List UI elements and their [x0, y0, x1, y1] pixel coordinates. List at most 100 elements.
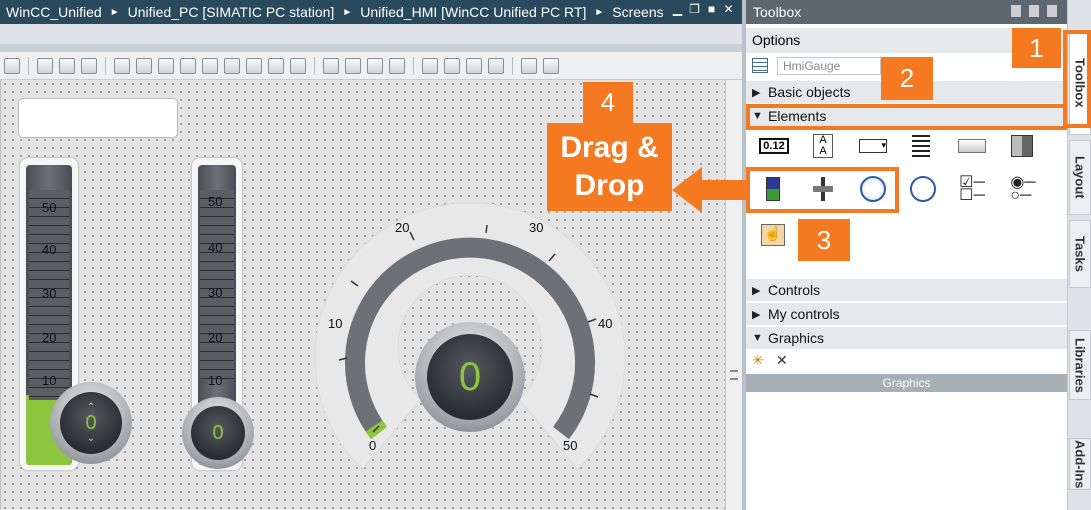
gauge-scale-label: 40	[598, 316, 613, 331]
tab-layout[interactable]: Layout	[1069, 140, 1091, 215]
annotation-drag-drop: Drag & Drop	[547, 123, 672, 211]
tab-tasks[interactable]: Tasks	[1069, 220, 1091, 288]
chevron-up-icon[interactable]: ⌃	[87, 402, 95, 412]
maximize-icon[interactable]: ■	[706, 3, 717, 15]
search-field[interactable]: HmiGauge	[777, 57, 881, 75]
slider-1-tick: 10	[42, 373, 57, 388]
rotate-icon[interactable]	[37, 57, 53, 74]
restore-icon[interactable]	[1011, 5, 1021, 17]
symbolic-io-field-icon[interactable]: ▾	[858, 133, 888, 159]
gauge-scale-label: 10	[328, 316, 343, 331]
minimize-icon[interactable]: ▁	[672, 3, 683, 15]
breadcrumb-hmi[interactable]: Unified_HMI [WinCC Unified PC RT]	[360, 4, 586, 20]
bring-front-icon[interactable]	[422, 57, 438, 74]
center-horizontal-icon[interactable]	[268, 57, 284, 74]
delete-folder-icon[interactable]: ✕	[776, 352, 788, 369]
editor-tab-divider	[0, 44, 742, 52]
send-back-icon[interactable]	[444, 57, 460, 74]
section-label: Basic objects	[768, 84, 851, 100]
section-controls[interactable]: ▶ Controls	[746, 279, 1067, 301]
backward-icon[interactable]	[488, 57, 504, 74]
layer-down-icon[interactable]	[543, 57, 559, 74]
slider-2-tick: 10	[208, 373, 223, 388]
section-my-controls[interactable]: ▶ My controls	[746, 303, 1067, 325]
slider-2-tick: 30	[208, 285, 223, 300]
distribute-horizontal-icon[interactable]	[323, 57, 339, 74]
radio-button-icon[interactable]: ◉─ ○─	[1008, 175, 1038, 204]
highlight-elements-section	[746, 104, 1067, 130]
editor-title-bar: WinCC_Unified ► Unified_PC [SIMATIC PC st…	[0, 0, 742, 24]
gauge-scale-label: 30	[529, 220, 544, 235]
highlight-toolbox-tab	[1063, 30, 1091, 128]
slider-2-tick: 50	[208, 194, 223, 209]
gauge-center-knob: 0	[415, 322, 525, 432]
chevron-down-icon: ▼	[752, 332, 763, 344]
tab-add-ins-label: Add-Ins	[1072, 439, 1088, 489]
new-folder-icon[interactable]: ✳	[752, 352, 764, 369]
graphics-column-header: Graphics	[746, 374, 1067, 392]
collapse-arrow-icon[interactable]	[1047, 5, 1057, 17]
annotation-step-4: 4	[583, 82, 633, 123]
rotate-left-icon[interactable]	[59, 57, 75, 74]
align-bottom-icon[interactable]	[224, 57, 240, 74]
slider-2-value: 0	[212, 421, 224, 444]
align-middle-icon[interactable]	[202, 57, 218, 74]
touch-area-icon[interactable]: ☝	[758, 222, 788, 248]
slider-1-knob[interactable]: ⌃ 0 ⌄	[50, 382, 132, 464]
highlight-element-tools	[746, 167, 899, 213]
toolbox-title: Toolbox	[753, 4, 802, 20]
annotation-step-3: 3	[798, 219, 850, 261]
chevron-down-icon[interactable]: ⌄	[87, 433, 95, 443]
section-label: Graphics	[768, 330, 825, 346]
list-box-icon[interactable]	[906, 133, 936, 159]
tab-layout-label: Layout	[1072, 156, 1088, 199]
center-vertical-icon[interactable]	[290, 57, 306, 74]
tab-add-ins[interactable]: Add-Ins	[1069, 438, 1091, 490]
tab-tasks-label: Tasks	[1072, 236, 1088, 272]
gauge-scale-label: 20	[395, 220, 410, 235]
same-height-icon[interactable]	[367, 57, 383, 74]
list-view-icon[interactable]	[752, 58, 768, 73]
slider-1-tick: 40	[42, 242, 57, 257]
tab-libraries[interactable]: Libraries	[1069, 330, 1091, 400]
center-icon[interactable]	[246, 57, 262, 74]
chevron-right-icon: ▶	[752, 308, 761, 321]
gauge-scale-label: 0	[369, 438, 377, 453]
clock-icon[interactable]	[908, 176, 938, 202]
editor-toolbar	[0, 52, 742, 80]
breadcrumb-project[interactable]: WinCC_Unified	[6, 4, 102, 20]
rotate-right-icon[interactable]	[81, 57, 97, 74]
scroll-grip-icon[interactable]	[730, 370, 738, 380]
distribute-vertical-icon[interactable]	[345, 57, 361, 74]
section-label: My controls	[768, 306, 840, 322]
check-box-icon[interactable]: ☑─ ☐─	[957, 175, 987, 204]
gauge-scale-label: 50	[563, 438, 578, 453]
slider-2-knob[interactable]: 0	[182, 397, 254, 469]
format-painter-icon[interactable]	[4, 57, 20, 74]
annotation-step-1: 1	[1012, 28, 1061, 68]
gauge-value: 0	[458, 354, 482, 399]
align-left-icon[interactable]	[114, 57, 130, 74]
layer-up-icon[interactable]	[521, 57, 537, 74]
slider-1-tick: 30	[42, 286, 57, 301]
split-icon[interactable]	[1029, 5, 1039, 17]
restore-icon[interactable]: ❐	[689, 3, 700, 15]
align-center-icon[interactable]	[136, 57, 152, 74]
text-box-widget[interactable]	[18, 98, 178, 138]
breadcrumb-device[interactable]: Unified_PC [SIMATIC PC station]	[128, 4, 335, 20]
slider-1-tick: 50	[42, 200, 57, 215]
io-field-icon[interactable]: 0.12	[759, 133, 789, 159]
align-right-icon[interactable]	[158, 57, 174, 74]
same-width-icon[interactable]	[389, 57, 405, 74]
graphic-io-field-icon[interactable]	[1007, 133, 1037, 159]
text-field-icon[interactable]: AA	[808, 133, 838, 159]
forward-icon[interactable]	[466, 57, 482, 74]
canvas-scrollbar[interactable]	[725, 80, 742, 510]
button-icon[interactable]	[957, 133, 987, 159]
slider-2-tick: 40	[208, 240, 223, 255]
arrow-left-icon	[672, 167, 748, 213]
close-icon[interactable]: ✕	[723, 3, 734, 15]
align-top-icon[interactable]	[180, 57, 196, 74]
section-graphics[interactable]: ▼ Graphics	[746, 327, 1067, 349]
breadcrumb-screens[interactable]: Screens	[612, 4, 663, 20]
